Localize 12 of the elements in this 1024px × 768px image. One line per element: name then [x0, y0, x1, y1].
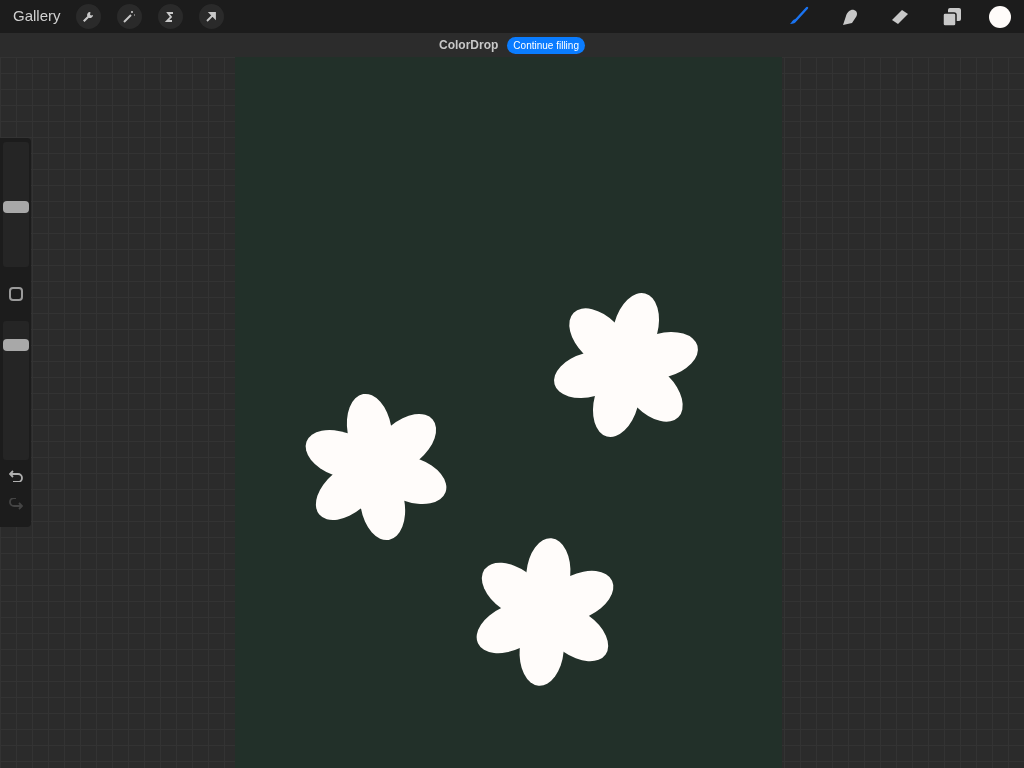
slider-thumb[interactable]: [2, 338, 29, 351]
slider-thumb[interactable]: [2, 200, 29, 213]
gallery-button[interactable]: Gallery: [13, 5, 61, 28]
brush-size-slider[interactable]: [2, 142, 29, 267]
color-swatch[interactable]: [989, 5, 1011, 28]
magic-wand-icon[interactable]: [116, 4, 142, 29]
document-title: ColorDrop: [439, 37, 499, 54]
opacity-slider[interactable]: [2, 321, 29, 460]
continue-filling-button[interactable]: Continue filling: [507, 36, 585, 54]
canvas[interactable]: [235, 57, 782, 768]
undo-icon[interactable]: [8, 470, 23, 482]
wrench-icon[interactable]: [75, 4, 101, 29]
